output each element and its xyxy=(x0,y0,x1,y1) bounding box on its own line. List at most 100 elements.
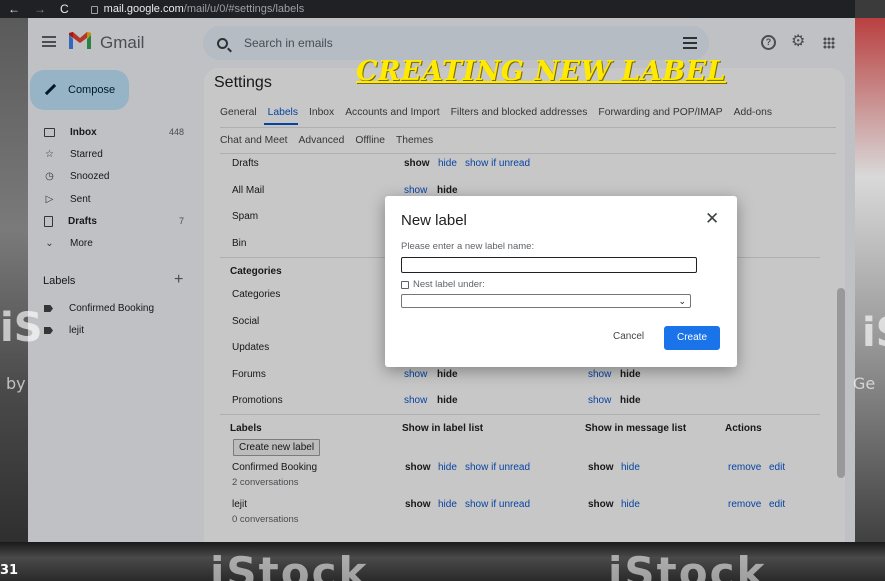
reload-button[interactable]: C xyxy=(60,2,69,16)
sidebar-item-snoozed[interactable]: ◷ Snoozed xyxy=(28,166,198,188)
remove-link[interactable]: remove xyxy=(728,462,761,473)
hide-link[interactable]: hide xyxy=(438,158,457,169)
show-link[interactable]: show xyxy=(404,185,427,196)
tab-themes[interactable]: Themes xyxy=(396,135,433,146)
hide-link[interactable]: hide xyxy=(438,499,457,510)
category-name: Social xyxy=(232,316,260,327)
show-link[interactable]: show xyxy=(404,369,427,380)
add-label-icon[interactable]: + xyxy=(174,271,183,289)
hide-link[interactable]: hide xyxy=(437,369,458,380)
label-tag-icon xyxy=(44,305,53,312)
tab-inbox[interactable]: Inbox xyxy=(309,107,334,118)
settings-tabs-row2: Chat and Meet Advanced Offline Themes xyxy=(220,135,433,146)
hamburger-menu-icon[interactable] xyxy=(42,36,56,47)
msg-show-link[interactable]: show xyxy=(588,395,611,406)
active-tab-indicator xyxy=(264,123,298,125)
cancel-button[interactable]: Cancel xyxy=(613,331,644,342)
edit-link[interactable]: edit xyxy=(769,462,785,473)
msg-hide-link[interactable]: hide xyxy=(621,462,640,473)
msg-show-link[interactable]: show xyxy=(588,462,614,473)
draft-icon xyxy=(44,215,53,227)
sidebar-item-more[interactable]: ⌄ More xyxy=(28,232,198,254)
category-name: Promotions xyxy=(232,395,283,406)
search-icon[interactable] xyxy=(217,37,228,49)
label-name-prompt: Please enter a new label name: xyxy=(401,241,535,252)
nest-label-checkbox[interactable] xyxy=(401,280,409,289)
compose-button[interactable]: Compose xyxy=(30,70,129,110)
remove-link[interactable]: remove xyxy=(728,499,761,510)
search-options-icon[interactable] xyxy=(683,37,697,49)
label-name: lejit xyxy=(69,325,85,336)
label-name-input[interactable] xyxy=(401,257,697,273)
close-icon[interactable]: ✕ xyxy=(705,210,719,227)
show-link[interactable]: show xyxy=(405,499,431,510)
sidebar-item-label: More xyxy=(70,238,93,250)
help-icon[interactable]: ? xyxy=(761,35,776,50)
tab-chat-meet[interactable]: Chat and Meet xyxy=(220,135,288,146)
show-if-unread-link[interactable]: show if unread xyxy=(465,462,530,473)
tab-offline[interactable]: Offline xyxy=(355,135,385,146)
scrollbar[interactable] xyxy=(837,288,845,478)
msg-hide-link[interactable]: hide xyxy=(620,395,641,406)
edit-link[interactable]: edit xyxy=(769,499,785,510)
gmail-wordmark[interactable]: Gmail xyxy=(100,33,144,53)
watermark-left-by: by xyxy=(6,374,26,393)
inbox-icon xyxy=(44,127,55,137)
sidebar-item-label: Snoozed xyxy=(70,171,110,183)
sidebar-label-lejit[interactable]: lejit xyxy=(44,325,84,336)
divider xyxy=(220,153,836,154)
create-new-label-button[interactable]: Create new label xyxy=(233,439,321,456)
tab-general[interactable]: General xyxy=(220,107,257,118)
show-link[interactable]: show xyxy=(404,158,430,169)
msg-hide-link[interactable]: hide xyxy=(621,499,640,510)
forward-button[interactable]: → xyxy=(34,2,46,16)
dialog-title: New label xyxy=(401,212,467,229)
tab-advanced[interactable]: Advanced xyxy=(299,135,345,146)
lock-icon xyxy=(90,6,98,14)
sidebar-item-drafts[interactable]: Drafts 7 xyxy=(28,210,198,232)
tab-addons[interactable]: Add-ons xyxy=(734,107,772,118)
address-field[interactable]: mail.google.com/mail/u/0/#settings/label… xyxy=(90,3,304,15)
hide-link[interactable]: hide xyxy=(437,185,458,196)
hide-link[interactable]: hide xyxy=(438,462,457,473)
watermark-text: iStock xyxy=(210,548,369,581)
tab-accounts[interactable]: Accounts and Import xyxy=(345,107,439,118)
divider xyxy=(220,127,836,128)
show-if-unread-link[interactable]: show if unread xyxy=(465,499,530,510)
browser-url-bar: ← → C mail.google.com/mail/u/0/#settings… xyxy=(0,0,855,18)
show-link[interactable]: show xyxy=(404,395,427,406)
msg-show-link[interactable]: show xyxy=(588,369,611,380)
unread-count: 448 xyxy=(168,127,184,138)
background-photo-right xyxy=(855,18,885,548)
category-name: Categories xyxy=(232,289,281,300)
category-name: Forums xyxy=(232,369,266,380)
actions-col-header: Actions xyxy=(725,423,762,434)
tab-labels[interactable]: Labels xyxy=(268,107,298,118)
create-button[interactable]: Create xyxy=(664,326,720,350)
watermark-left: iS xyxy=(0,305,43,351)
search-bar[interactable]: Search in emails xyxy=(203,26,709,60)
msg-show-link[interactable]: show xyxy=(588,499,614,510)
sidebar-item-inbox[interactable]: Inbox 448 xyxy=(28,121,198,143)
sidebar-item-sent[interactable]: ▷ Sent xyxy=(28,188,198,210)
tab-filters[interactable]: Filters and blocked addresses xyxy=(451,107,588,118)
tab-forwarding[interactable]: Forwarding and POP/IMAP xyxy=(598,107,722,118)
search-input[interactable]: Search in emails xyxy=(244,36,333,50)
send-icon: ▷ xyxy=(45,193,54,205)
sidebar-nav: Inbox 448 ☆ Starred ◷ Snoozed ▷ Sent Dra… xyxy=(28,121,198,255)
sidebar-item-starred[interactable]: ☆ Starred xyxy=(28,143,198,165)
back-button[interactable]: ← xyxy=(8,2,20,16)
show-link[interactable]: show xyxy=(405,462,431,473)
labels-col-header: Labels xyxy=(230,423,262,434)
gear-icon[interactable]: ⚙ xyxy=(791,34,805,50)
apps-grid-icon[interactable] xyxy=(823,37,835,49)
sidebar-label-confirmed-booking[interactable]: Confirmed Booking xyxy=(44,303,154,314)
conversation-count: 2 conversations xyxy=(232,477,299,488)
gmail-logo-icon xyxy=(69,32,91,49)
show-if-unread-link[interactable]: show if unread xyxy=(465,158,530,169)
new-label-dialog: New label ✕ Please enter a new label nam… xyxy=(385,196,737,367)
hide-link[interactable]: hide xyxy=(437,395,458,406)
parent-label-select[interactable]: ⌄ xyxy=(401,294,691,308)
msg-hide-link[interactable]: hide xyxy=(620,369,641,380)
label-tag-icon xyxy=(44,327,53,334)
